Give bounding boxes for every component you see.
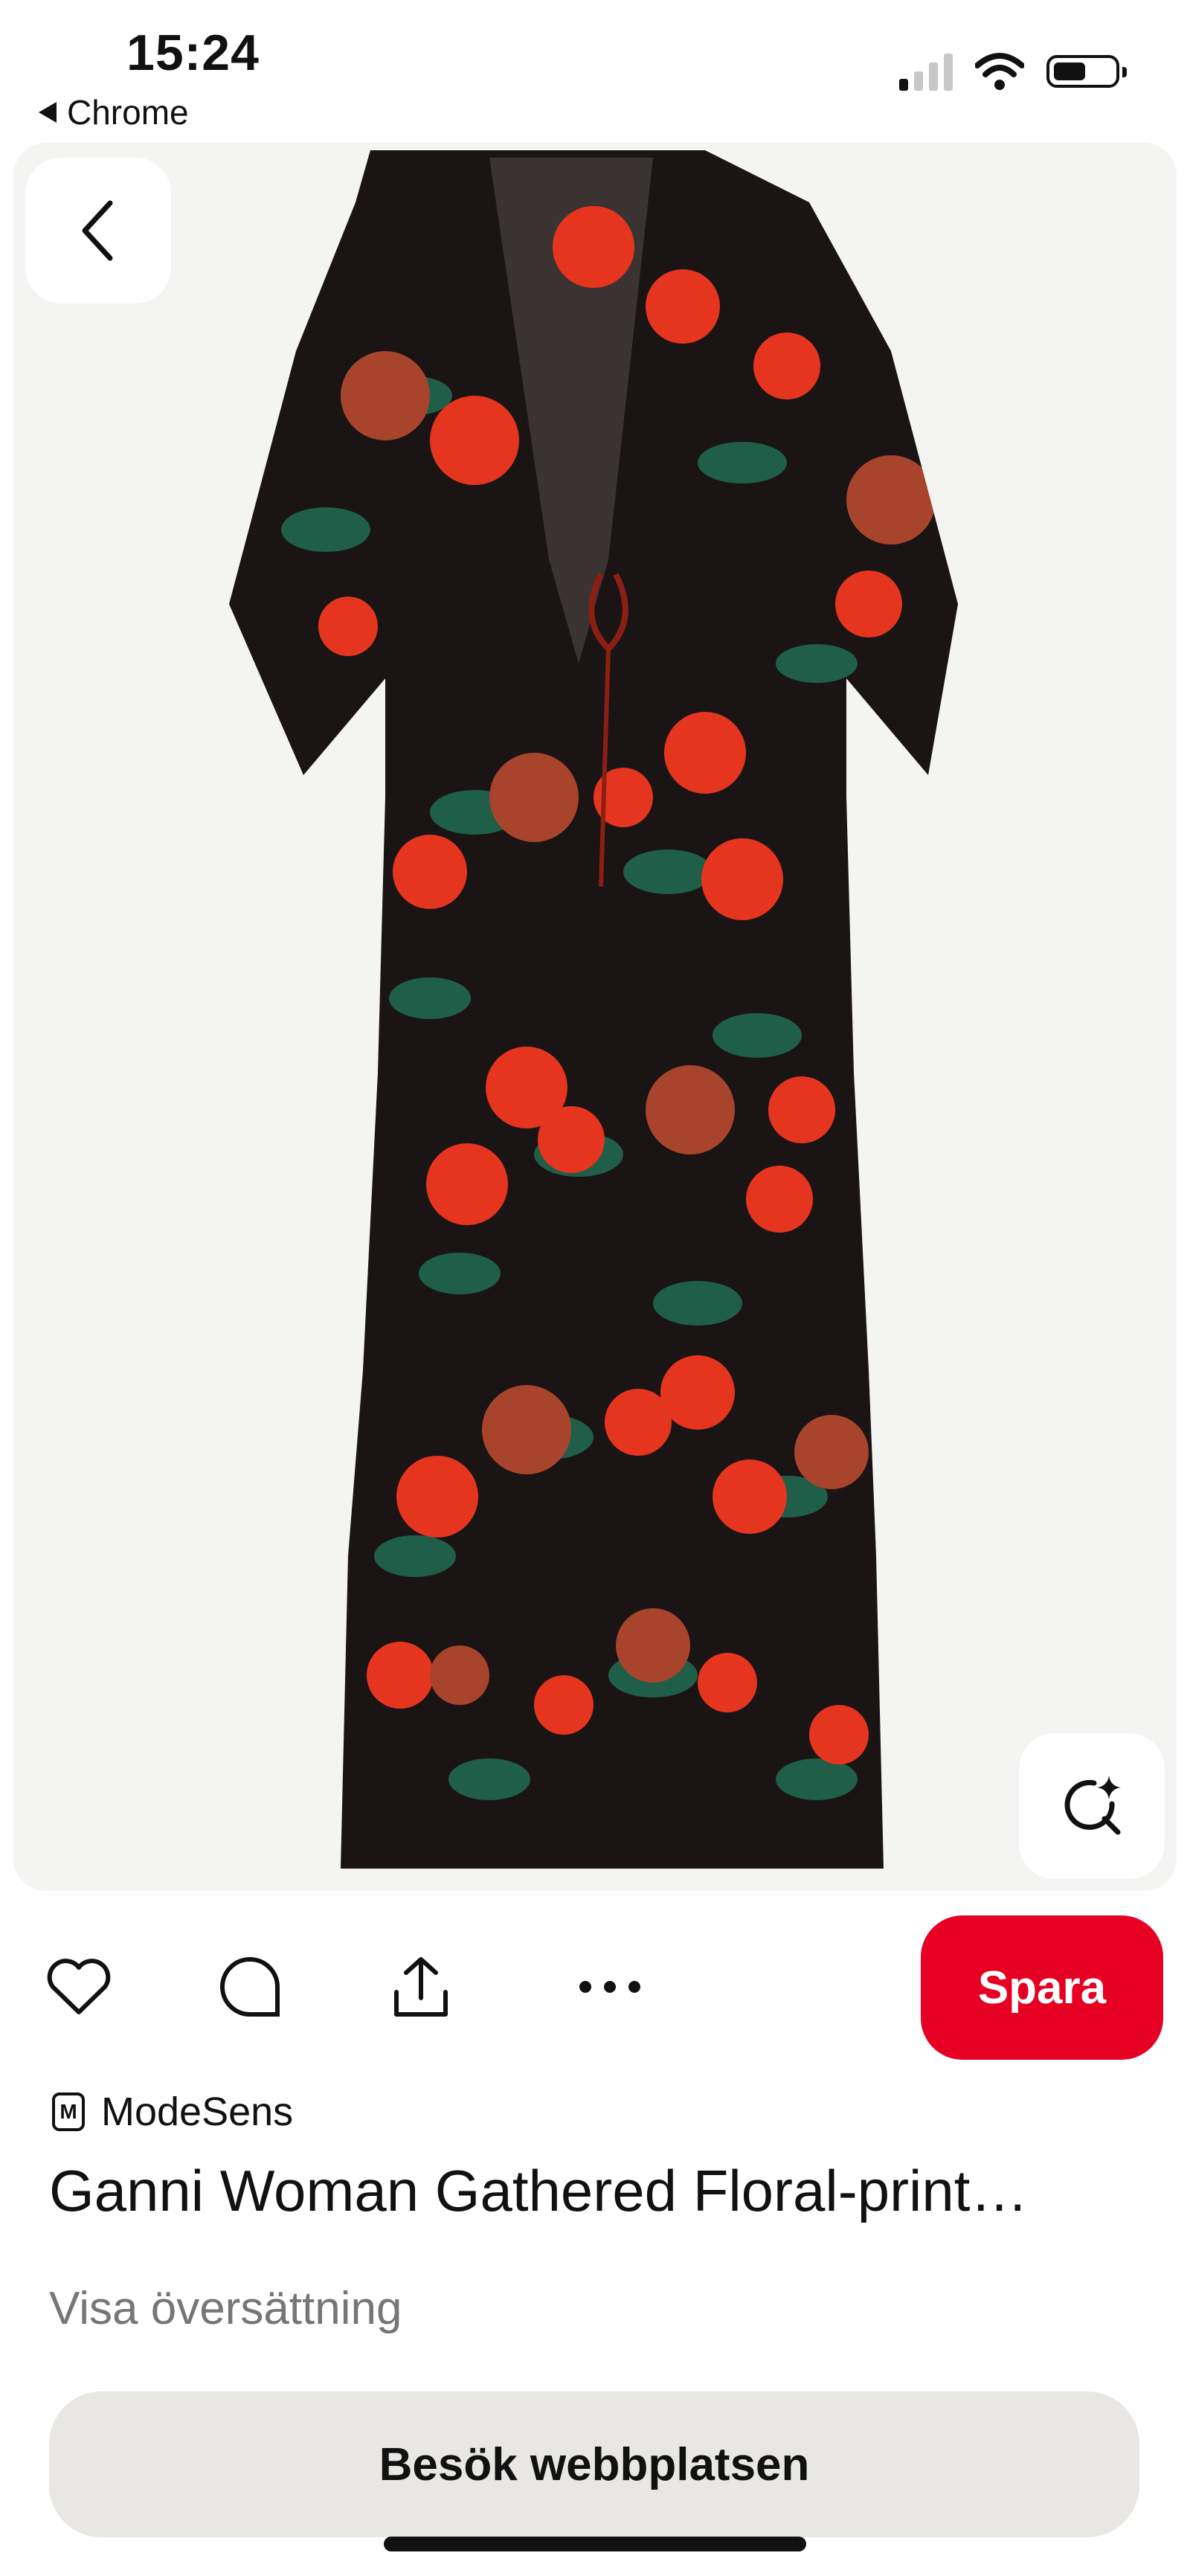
heart-icon[interactable] <box>42 1950 116 2024</box>
signal-icon <box>899 52 953 91</box>
home-indicator[interactable] <box>384 2537 806 2551</box>
visit-website-button[interactable]: Besök webbplatsen <box>49 2392 1139 2537</box>
back-triangle-icon <box>39 102 57 123</box>
wifi-icon <box>975 53 1024 90</box>
pin-image[interactable] <box>13 143 1177 1891</box>
chevron-left-icon <box>82 200 113 261</box>
back-to-app-link[interactable]: Chrome <box>39 92 189 132</box>
visual-search-icon <box>1064 1776 1121 1835</box>
pin-title: Ganni Woman Gathered Floral-print… <box>49 2158 1029 2223</box>
dress-image <box>229 150 958 1869</box>
share-icon[interactable] <box>384 1950 458 2024</box>
translate-link[interactable]: Visa översättning <box>49 2282 402 2335</box>
comment-icon[interactable] <box>213 1950 287 2024</box>
visual-search-button[interactable] <box>1019 1733 1165 1879</box>
action-bar: Spara <box>0 1915 1190 2064</box>
save-button[interactable]: Spara <box>921 1915 1163 2060</box>
status-time: 15:24 <box>126 25 260 81</box>
more-icon[interactable] <box>573 1950 647 2024</box>
source-name: ModeSens <box>101 2090 294 2134</box>
back-button[interactable] <box>25 158 171 303</box>
modesens-logo-icon: M <box>52 2092 85 2131</box>
back-app-label: Chrome <box>67 93 189 132</box>
battery-icon <box>1046 55 1127 88</box>
status-icons <box>899 52 1127 91</box>
source-link[interactable]: M ModeSens <box>52 2089 293 2135</box>
